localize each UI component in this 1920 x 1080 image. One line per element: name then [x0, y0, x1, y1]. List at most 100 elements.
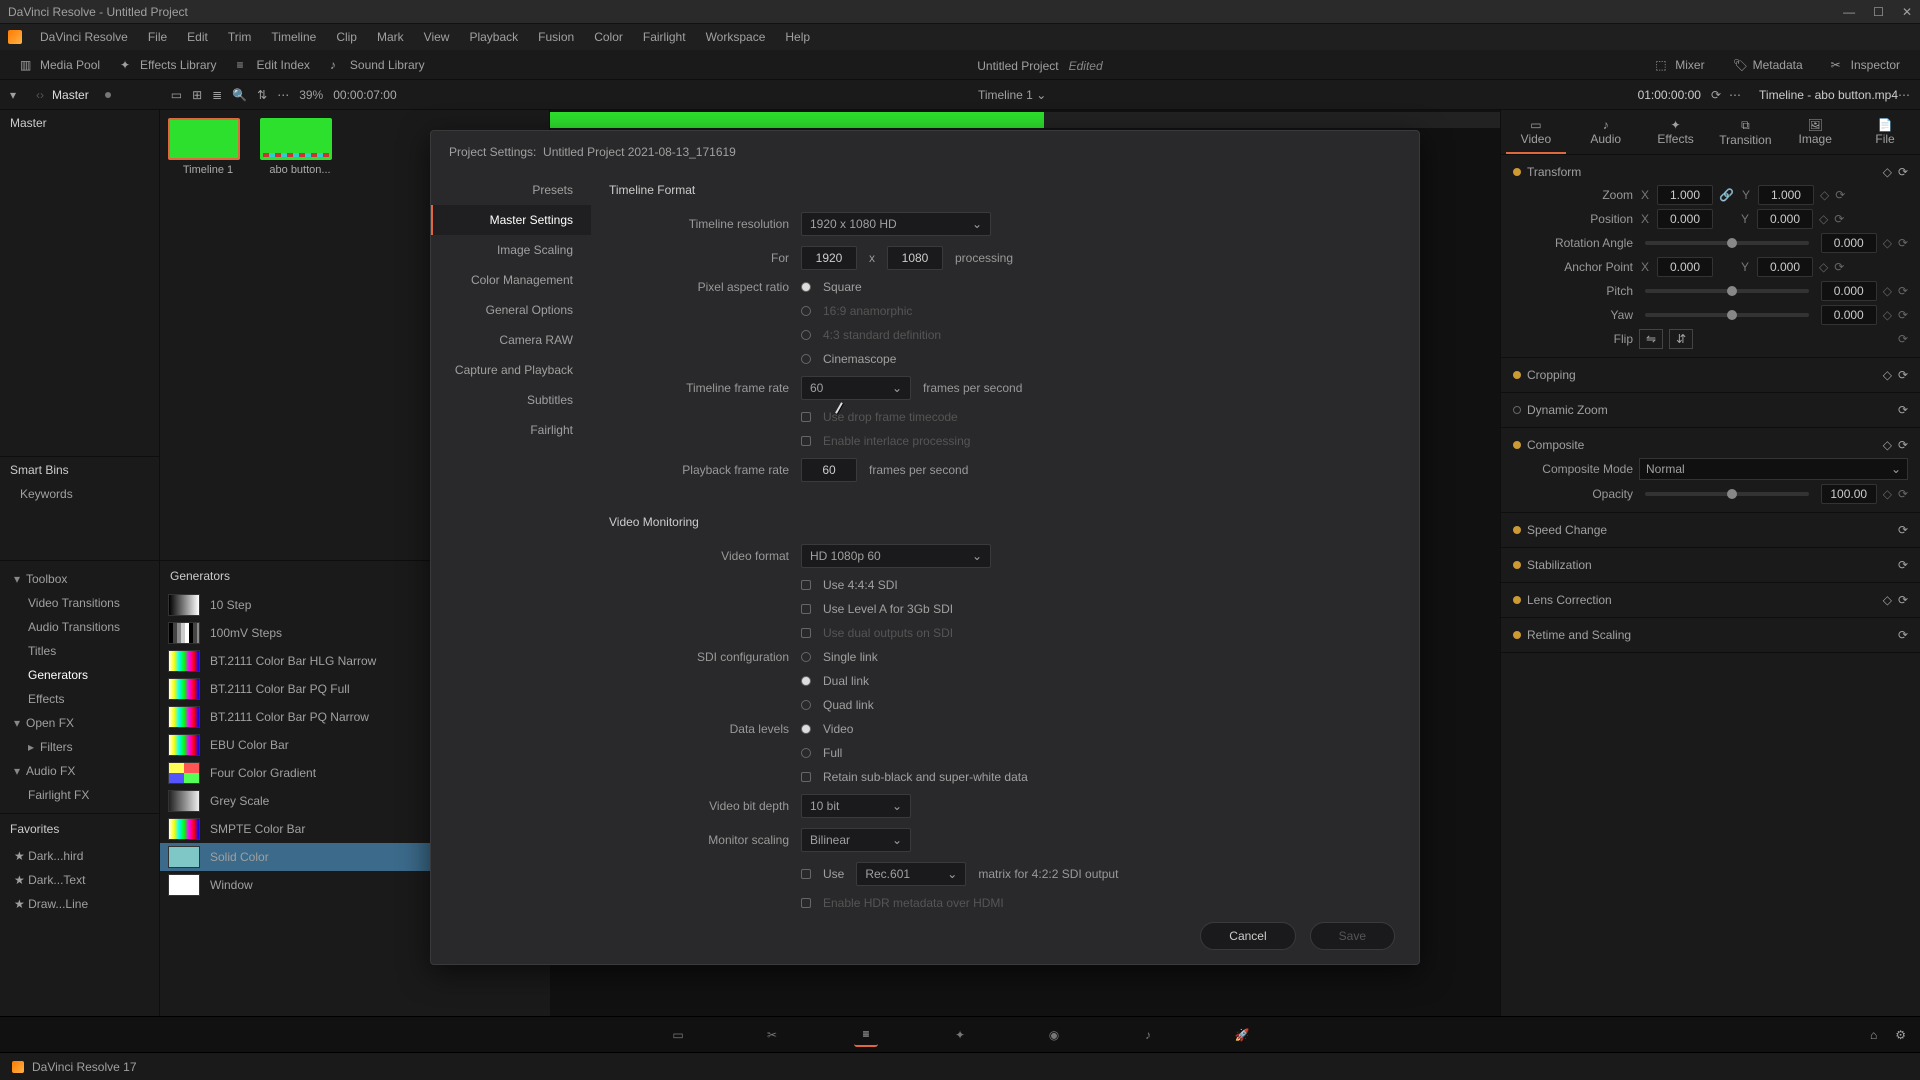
- par-43-radio[interactable]: [801, 330, 811, 340]
- favorite-item[interactable]: ★ Dark...Text: [0, 868, 159, 892]
- window-minimize-icon[interactable]: —: [1843, 5, 1855, 19]
- zoom-y-input[interactable]: [1758, 185, 1814, 205]
- keyframe-icon[interactable]: ◇: [1883, 284, 1892, 298]
- menu-item[interactable]: Workspace: [698, 26, 774, 48]
- nav-openfx[interactable]: ▾Open FX: [0, 711, 159, 735]
- menu-item[interactable]: Fairlight: [635, 26, 694, 48]
- reset-icon[interactable]: ⟳: [1835, 188, 1845, 202]
- settings-nav-general[interactable]: General Options: [431, 295, 591, 325]
- flip-v-button[interactable]: ⇵: [1669, 329, 1693, 349]
- favorite-item[interactable]: ★ Draw...Line: [0, 892, 159, 916]
- section-cropping[interactable]: Cropping◇⟳: [1513, 364, 1908, 386]
- use-444-check[interactable]: [801, 580, 811, 590]
- settings-nav-image-scaling[interactable]: Image Scaling: [431, 235, 591, 265]
- keyframe-icon[interactable]: ◇: [1883, 438, 1892, 452]
- section-retime[interactable]: Retime and Scaling⟳: [1513, 624, 1908, 646]
- menu-item[interactable]: File: [140, 26, 175, 48]
- sdi-single-radio[interactable]: [801, 652, 811, 662]
- par-cs-radio[interactable]: [801, 354, 811, 364]
- page-cut-icon[interactable]: ✂: [760, 1023, 784, 1047]
- inspector-tab-transition[interactable]: ⧉Transition: [1715, 118, 1775, 154]
- settings-nav-master[interactable]: Master Settings: [431, 205, 591, 235]
- keyframe-icon[interactable]: ◇: [1883, 368, 1892, 382]
- media-pool-button[interactable]: ▥Media Pool: [10, 54, 110, 76]
- reset-icon[interactable]: ⟳: [1898, 368, 1908, 382]
- height-input[interactable]: [887, 246, 943, 270]
- playback-fps-input[interactable]: [801, 458, 857, 482]
- dl-full-radio[interactable]: [801, 748, 811, 758]
- inspector-tab-file[interactable]: 📄File: [1855, 118, 1915, 154]
- menu-item[interactable]: Fusion: [530, 26, 582, 48]
- bit-depth-select[interactable]: 10 bit⌄: [801, 794, 911, 818]
- search-icon[interactable]: 🔍: [232, 88, 247, 102]
- mixer-button[interactable]: ⬚Mixer: [1645, 54, 1714, 76]
- nav-audiofx[interactable]: ▾Audio FX: [0, 759, 159, 783]
- menu-item[interactable]: Mark: [369, 26, 412, 48]
- enable-dot-icon[interactable]: [1513, 406, 1521, 414]
- settings-nav-camera-raw[interactable]: Camera RAW: [431, 325, 591, 355]
- reset-icon[interactable]: ⟳: [1898, 438, 1908, 452]
- page-color-icon[interactable]: ◉: [1042, 1023, 1066, 1047]
- nav-generators[interactable]: Generators: [0, 663, 159, 687]
- reset-icon[interactable]: ⟳: [1898, 308, 1908, 322]
- menu-item[interactable]: Trim: [220, 26, 260, 48]
- clip-thumb[interactable]: abo button...: [260, 118, 340, 176]
- more-icon[interactable]: ⋯: [277, 88, 289, 102]
- enable-dot-icon[interactable]: [1513, 441, 1521, 449]
- settings-nav-color[interactable]: Color Management: [431, 265, 591, 295]
- reset-icon[interactable]: ⟳: [1898, 332, 1908, 346]
- timeline-ruler[interactable]: [550, 112, 1500, 128]
- menu-item[interactable]: Help: [777, 26, 818, 48]
- inspector-tab-effects[interactable]: ✦Effects: [1646, 118, 1706, 154]
- reset-icon[interactable]: ⟳: [1834, 260, 1844, 274]
- section-composite[interactable]: Composite◇⟳: [1513, 434, 1908, 456]
- keyframe-icon[interactable]: ◇: [1820, 188, 1829, 202]
- menu-item[interactable]: Color: [586, 26, 631, 48]
- sort-icon[interactable]: ⇅: [257, 88, 267, 102]
- settings-nav-capture[interactable]: Capture and Playback: [431, 355, 591, 385]
- keyframe-icon[interactable]: ◇: [1883, 165, 1892, 179]
- inspector-tab-audio[interactable]: ♪Audio: [1576, 118, 1636, 154]
- cancel-button[interactable]: Cancel: [1200, 922, 1295, 950]
- menu-item[interactable]: View: [416, 26, 458, 48]
- rotation-slider[interactable]: [1645, 241, 1809, 245]
- video-format-select[interactable]: HD 1080p 60⌄: [801, 544, 991, 568]
- page-media-icon[interactable]: ▭: [666, 1023, 690, 1047]
- page-edit-icon[interactable]: ≡: [854, 1023, 878, 1047]
- nav-video-transitions[interactable]: Video Transitions: [0, 591, 159, 615]
- nav-filters[interactable]: ▸Filters: [0, 735, 159, 759]
- inspector-more-icon[interactable]: ⋯: [1898, 88, 1910, 102]
- keyframe-icon[interactable]: ◇: [1883, 236, 1892, 250]
- par-169-radio[interactable]: [801, 306, 811, 316]
- dl-video-radio[interactable]: [801, 724, 811, 734]
- sdi-dual-radio[interactable]: [801, 676, 811, 686]
- anchor-y-input[interactable]: [1757, 257, 1813, 277]
- section-lens[interactable]: Lens Correction◇⟳: [1513, 589, 1908, 611]
- pitch-input[interactable]: [1821, 281, 1877, 301]
- window-close-icon[interactable]: ✕: [1902, 5, 1912, 19]
- inspector-tab-image[interactable]: 🖼Image: [1785, 118, 1845, 154]
- view-grid-icon[interactable]: ⊞: [192, 88, 202, 102]
- reset-icon[interactable]: ⟳: [1898, 284, 1908, 298]
- home-icon[interactable]: ⌂: [1870, 1028, 1877, 1042]
- pos-y-input[interactable]: [1757, 209, 1813, 229]
- enable-dot-icon[interactable]: [1513, 561, 1521, 569]
- keyframe-icon[interactable]: ◇: [1819, 260, 1828, 274]
- nav-audio-transitions[interactable]: Audio Transitions: [0, 615, 159, 639]
- menu-item[interactable]: Timeline: [263, 26, 324, 48]
- reset-icon[interactable]: ⟳: [1898, 558, 1908, 572]
- enable-dot-icon[interactable]: [1513, 631, 1521, 639]
- section-speed[interactable]: Speed Change⟳: [1513, 519, 1908, 541]
- nav-fwd-icon[interactable]: ›: [40, 88, 44, 102]
- enable-dot-icon[interactable]: [1513, 596, 1521, 604]
- enable-dot-icon[interactable]: [1513, 168, 1521, 176]
- pos-x-input[interactable]: [1657, 209, 1713, 229]
- settings-nav-fairlight[interactable]: Fairlight: [431, 415, 591, 445]
- flip-h-button[interactable]: ⇋: [1639, 329, 1663, 349]
- timeline-name[interactable]: Timeline 1 ⌄: [397, 88, 1628, 102]
- section-stabilization[interactable]: Stabilization⟳: [1513, 554, 1908, 576]
- reset-icon[interactable]: ⟳: [1898, 628, 1908, 642]
- section-dynamic-zoom[interactable]: Dynamic Zoom⟳: [1513, 399, 1908, 421]
- par-square-radio[interactable]: [801, 282, 811, 292]
- reset-icon[interactable]: ⟳: [1898, 523, 1908, 537]
